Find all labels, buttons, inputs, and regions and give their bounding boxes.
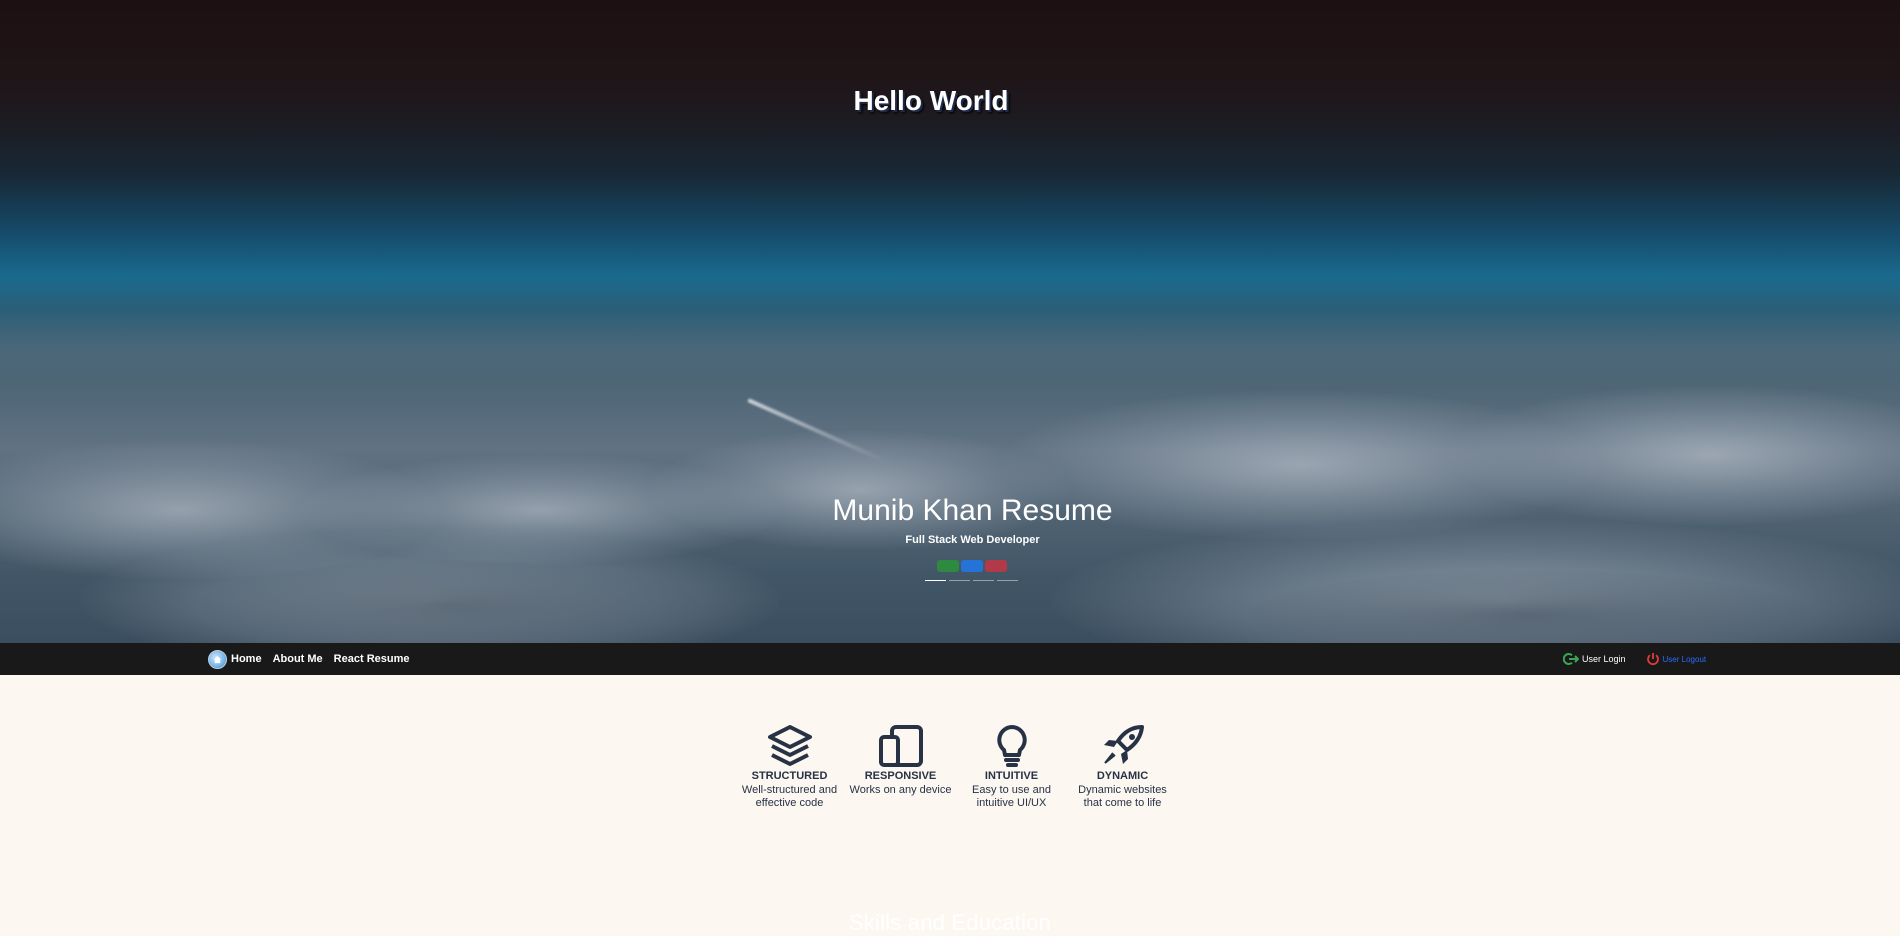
- lightbulb-icon: [996, 725, 1027, 767]
- resume-subtitle: Full Stack Web Developer: [905, 534, 1040, 546]
- hello-heading: Hello World: [853, 85, 1009, 116]
- feature-desc-line: that come to life: [1083, 797, 1162, 809]
- feature-desc-line: Works on any device: [849, 784, 952, 796]
- carousel-indicator[interactable]: [949, 580, 970, 581]
- layers-icon: [767, 725, 812, 766]
- feature-desc-line: Well-structured and: [741, 784, 838, 796]
- skills-heading: Skills and Education: [848, 910, 1052, 935]
- nav-home-link[interactable]: Home: [208, 649, 262, 669]
- feature-structured: STRUCTURED Well-structured and effective…: [734, 722, 845, 810]
- feature-desc: Works on any device: [845, 784, 956, 797]
- nav-react-label: React Resume: [333, 653, 410, 665]
- nav-react-resume-link[interactable]: React Resume: [334, 653, 410, 665]
- nav-links: Home About Me React Resume: [208, 643, 421, 675]
- carousel-indicator[interactable]: [997, 580, 1018, 581]
- rocket-icon: [1103, 725, 1144, 764]
- feature-title: INTUITIVE: [984, 770, 1039, 782]
- cloud-shadow: [200, 560, 700, 643]
- pill-green[interactable]: [937, 560, 959, 572]
- carousel-indicators: [925, 580, 1021, 581]
- features-row: STRUCTURED Well-structured and effective…: [734, 722, 1178, 810]
- feature-title: DYNAMIC: [1096, 770, 1149, 782]
- login-label: User Login: [1582, 654, 1626, 664]
- color-pills: [937, 560, 1009, 572]
- feature-desc-line: intuitive UI/UX: [976, 797, 1047, 809]
- carousel-indicator[interactable]: [925, 580, 946, 581]
- user-login-link[interactable]: User Login: [1563, 652, 1626, 666]
- feature-title: STRUCTURED: [751, 770, 828, 782]
- feature-desc-line: Easy to use and: [972, 784, 1051, 796]
- logout-label: User Logout: [1662, 654, 1707, 664]
- feature-desc-line: Dynamic websites: [1078, 784, 1167, 796]
- feature-desc: Dynamic websites that come to life: [1067, 784, 1178, 810]
- power-icon: [1646, 652, 1660, 666]
- carousel-indicator[interactable]: [973, 580, 994, 581]
- nav-auth: User Login User Logout: [1563, 643, 1726, 675]
- feature-dynamic: DYNAMIC Dynamic websites that come to li…: [1067, 722, 1178, 810]
- feature-desc: Easy to use and intuitive UI/UX: [956, 784, 1067, 810]
- navbar: Home About Me React Resume User Login Us…: [0, 643, 1900, 675]
- hero-banner: Hello World Munib Khan Resume Full Stack…: [0, 0, 1900, 643]
- user-logout-link[interactable]: User Logout: [1646, 652, 1707, 666]
- login-icon: [1563, 652, 1579, 666]
- nav-about-label: About Me: [272, 653, 323, 665]
- feature-desc-line: effective code: [755, 797, 824, 809]
- resume-title: Munib Khan Resume: [832, 494, 1113, 527]
- feature-intuitive: INTUITIVE Easy to use and intuitive UI/U…: [956, 722, 1067, 810]
- devices-icon: [878, 725, 923, 767]
- nav-home-label: Home: [231, 653, 262, 665]
- pill-red[interactable]: [985, 560, 1007, 572]
- pill-blue[interactable]: [961, 560, 983, 572]
- feature-responsive: RESPONSIVE Works on any device: [845, 722, 956, 810]
- feature-desc: Well-structured and effective code: [734, 784, 845, 810]
- home-icon: [208, 649, 227, 669]
- feature-title: RESPONSIVE: [864, 770, 937, 782]
- nav-about-link[interactable]: About Me: [273, 653, 323, 665]
